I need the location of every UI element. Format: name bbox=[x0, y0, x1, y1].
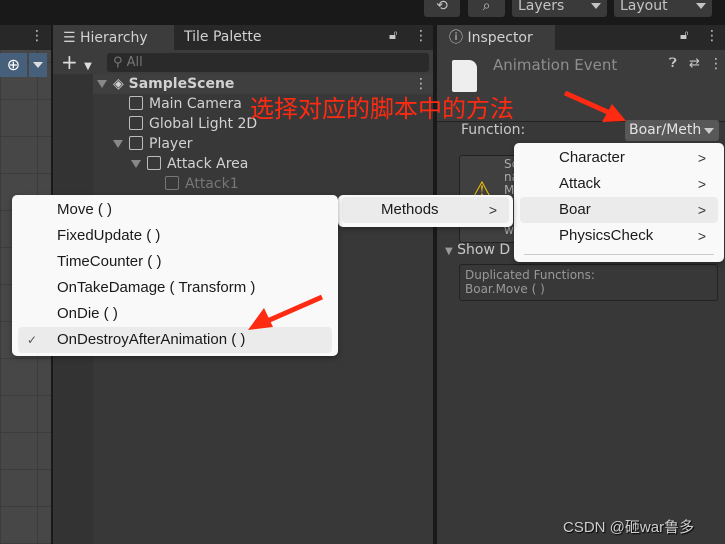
cube-icon bbox=[129, 96, 143, 110]
menu-item-attack[interactable]: Attack > bbox=[520, 171, 718, 197]
cube-icon bbox=[147, 156, 161, 170]
settings-icon[interactable]: ⇄ bbox=[689, 56, 700, 71]
tab-tile-palette[interactable]: Tile Palette bbox=[184, 25, 261, 50]
lock-icon[interactable]: 🔓︎ bbox=[389, 28, 397, 43]
menu-item-character[interactable]: Character > bbox=[520, 145, 718, 171]
help-icon[interactable]: ❓︎ bbox=[669, 56, 677, 71]
more-icon[interactable]: ⋮ bbox=[705, 28, 719, 44]
gizmo-dropdown[interactable] bbox=[29, 53, 47, 77]
cube-icon bbox=[129, 116, 143, 130]
cube-icon bbox=[165, 176, 179, 190]
lock-icon[interactable]: 🔓︎ bbox=[680, 28, 688, 43]
checkmark-icon: ✓ bbox=[27, 333, 38, 347]
menu-item-move[interactable]: Move ( ) bbox=[18, 197, 332, 223]
layout-label: Layout bbox=[620, 0, 668, 14]
tree-item-player[interactable]: Player bbox=[113, 134, 193, 154]
more-icon[interactable]: ⋮ bbox=[30, 28, 44, 44]
function-label: Function: bbox=[461, 122, 526, 138]
tab-inspector[interactable]: ⓘ Inspector bbox=[437, 25, 555, 50]
chevron-down-icon bbox=[591, 3, 601, 9]
annotation-arrow-bottom bbox=[248, 294, 324, 330]
function-dropdown[interactable]: Boar/Meth bbox=[625, 120, 719, 141]
layers-label: Layers bbox=[518, 0, 565, 14]
menu-item-boar[interactable]: Boar > bbox=[520, 197, 718, 223]
gizmo-button[interactable]: ⊕ bbox=[0, 53, 27, 77]
annotation-arrow-top bbox=[563, 90, 626, 122]
add-button[interactable]: + ▼ bbox=[61, 50, 92, 74]
watermark: CSDN @砸war鲁多 bbox=[563, 519, 695, 536]
more-icon[interactable]: ⋮ bbox=[414, 28, 428, 44]
menu-item-methods[interactable]: Methods > bbox=[342, 197, 509, 223]
component-menu: Character > Attack > Boar > PhysicsCheck > bbox=[514, 143, 724, 262]
duplicated-functions-box: Duplicated Functions: Boar.Move ( ) bbox=[459, 264, 718, 301]
menu-item-fixedupdate[interactable]: FixedUpdate ( ) bbox=[18, 223, 332, 249]
tab-hierarchy[interactable]: ☰ Hierarchy bbox=[53, 25, 174, 50]
annotation-text: 选择对应的脚本中的方法 bbox=[250, 95, 514, 123]
chevron-down-icon bbox=[696, 3, 706, 9]
methods-menu: Methods > bbox=[338, 195, 513, 227]
search-button[interactable]: ⌕ bbox=[468, 0, 505, 17]
tree-item-attack-area[interactable]: Attack Area bbox=[131, 154, 248, 174]
show-foldout[interactable]: ▼ Show D bbox=[445, 242, 510, 258]
tree-item-global-light[interactable]: Global Light 2D bbox=[129, 114, 257, 134]
menu-item-physicscheck[interactable]: PhysicsCheck > bbox=[520, 223, 718, 249]
menu-item-timecounter[interactable]: TimeCounter ( ) bbox=[18, 249, 332, 275]
tree-item-attack1[interactable]: Attack1 bbox=[165, 174, 239, 194]
layers-dropdown[interactable]: Layers bbox=[512, 0, 607, 17]
search-input[interactable]: ⚲ All bbox=[107, 53, 429, 72]
layout-dropdown[interactable]: Layout bbox=[614, 0, 712, 17]
scene-item[interactable]: ◈ SampleScene bbox=[97, 74, 234, 94]
component-title: Animation Event bbox=[493, 56, 618, 74]
cube-icon bbox=[129, 136, 143, 150]
file-icon bbox=[452, 60, 477, 92]
history-button[interactable]: ⟲ bbox=[424, 0, 460, 17]
tree-item-main-camera[interactable]: Main Camera bbox=[129, 94, 242, 114]
more-icon[interactable]: ⋮ bbox=[709, 56, 723, 72]
